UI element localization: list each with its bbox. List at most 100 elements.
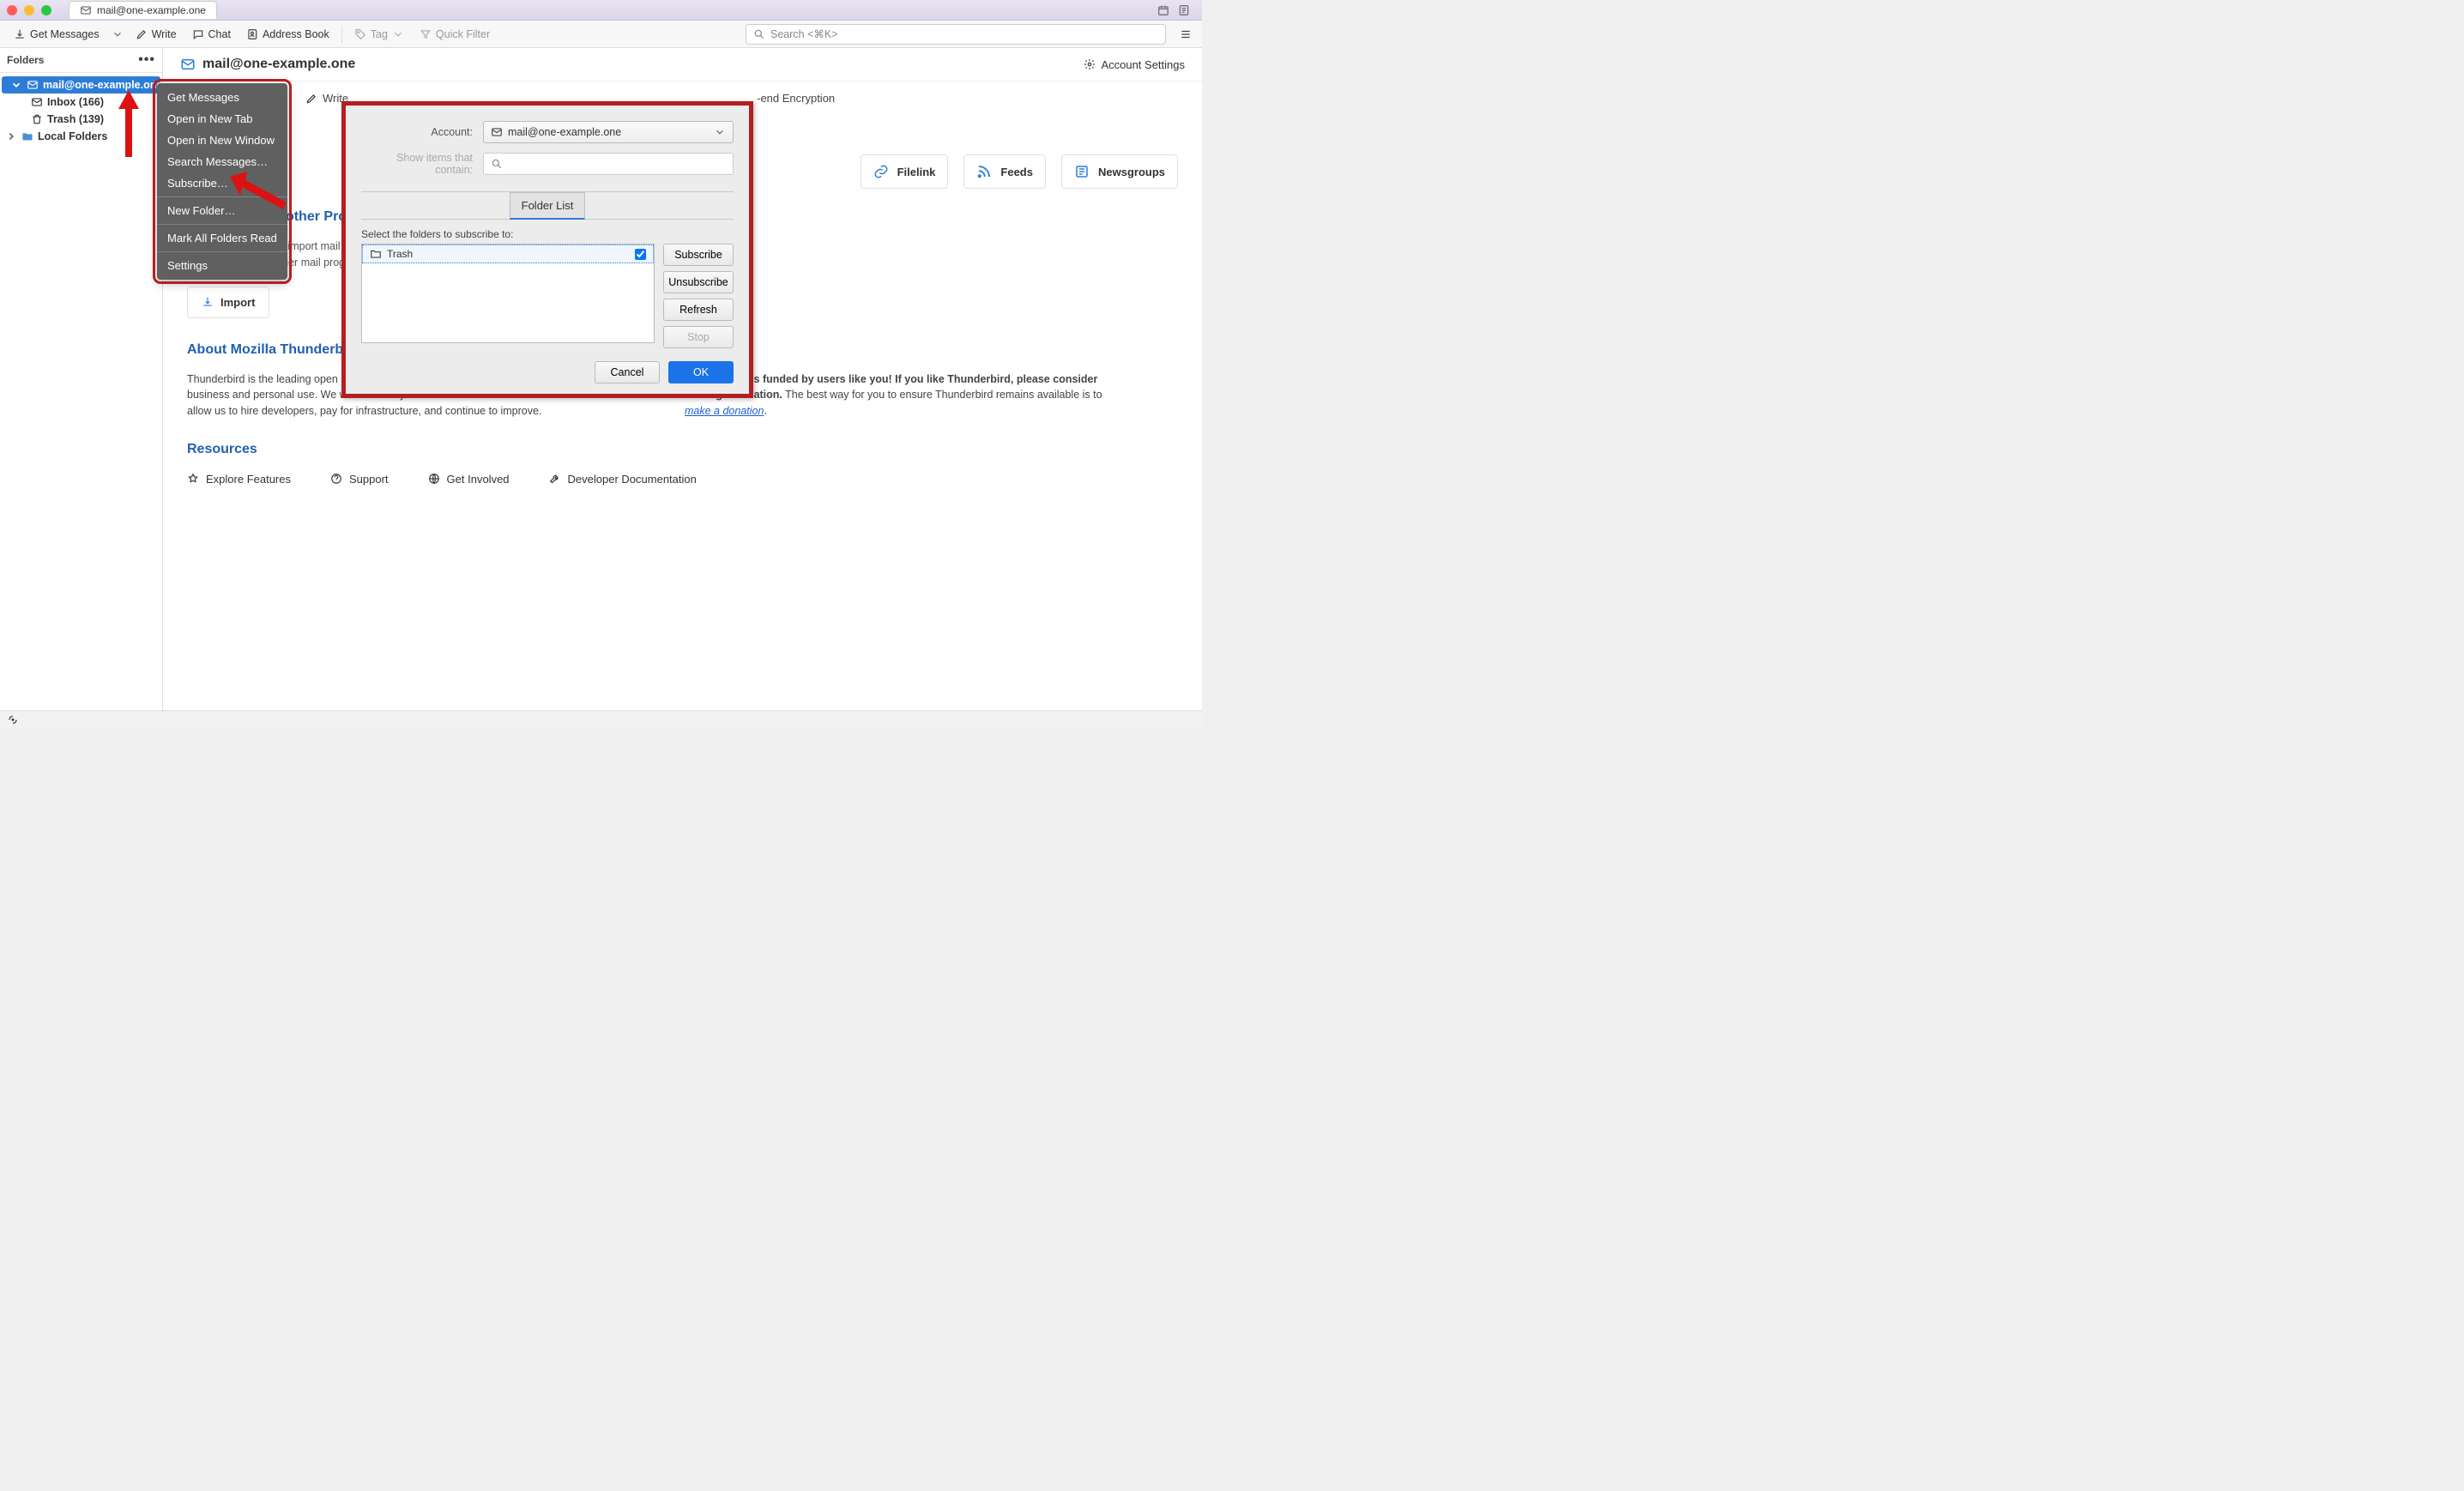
window-controls: [7, 5, 51, 15]
folder-list-item[interactable]: Trash: [362, 244, 654, 263]
chevron-down-icon: [714, 126, 726, 138]
quick-filter-button[interactable]: Quick Filter: [413, 25, 497, 44]
ctx-separator: [157, 251, 287, 252]
chevron-right-icon: [5, 130, 17, 142]
folder-list-box[interactable]: Trash: [361, 244, 655, 343]
filelink-card[interactable]: Filelink: [861, 154, 949, 189]
newsgroups-label: Newsgroups: [1098, 166, 1165, 178]
ctx-mark-read[interactable]: Mark All Folders Read: [157, 227, 287, 249]
close-window-button[interactable]: [7, 5, 17, 15]
hamburger-icon: [1180, 28, 1192, 40]
envelope-icon: [27, 79, 39, 91]
star-icon: [187, 473, 199, 485]
maximize-window-button[interactable]: [41, 5, 51, 15]
account-name: mail@one-example.one: [43, 79, 162, 91]
newspaper-icon: [1074, 164, 1090, 179]
get-messages-button[interactable]: Get Messages: [7, 25, 106, 44]
filter-label: Show items that contain:: [361, 152, 473, 176]
stop-button[interactable]: Stop: [663, 326, 734, 348]
chevron-down-icon: [392, 28, 404, 40]
involved-label: Get Involved: [447, 473, 510, 486]
account-select[interactable]: mail@one-example.one: [483, 121, 734, 143]
chat-button[interactable]: Chat: [185, 25, 238, 44]
cancel-button[interactable]: Cancel: [595, 361, 660, 383]
import-button[interactable]: Import: [187, 287, 269, 318]
subscribe-subtitle: Select the folders to subscribe to:: [361, 228, 734, 240]
account-title-text: mail@one-example.one: [202, 57, 355, 72]
address-book-button[interactable]: Address Book: [239, 25, 336, 44]
ctx-open-window[interactable]: Open in New Window: [157, 130, 287, 151]
feeds-card[interactable]: Feeds: [963, 154, 1046, 189]
subscribe-button[interactable]: Subscribe: [663, 244, 734, 266]
write-button[interactable]: Write: [129, 25, 184, 44]
folder-icon: [370, 248, 382, 260]
encryption-label: -end Encryption: [757, 92, 835, 105]
titlebar: mail@one-example.one: [0, 0, 1202, 21]
chat-icon: [192, 28, 204, 40]
donation-link[interactable]: make a donation: [685, 405, 764, 417]
ok-button[interactable]: OK: [668, 361, 734, 383]
tag-label: Tag: [371, 28, 388, 40]
annotation-arrow-icon: [112, 90, 146, 159]
filter-input[interactable]: [483, 153, 734, 175]
encryption-action[interactable]: -end Encryption: [757, 92, 835, 105]
account-select-label: Account:: [361, 126, 473, 138]
minimize-window-button[interactable]: [24, 5, 34, 15]
folder-pane-title: Folders: [7, 54, 44, 66]
question-icon: [330, 473, 342, 485]
support-label: Support: [349, 473, 389, 486]
app-menu-button[interactable]: [1176, 25, 1195, 44]
ctx-search-messages[interactable]: Search Messages…: [157, 151, 287, 172]
ctx-get-messages[interactable]: Get Messages: [157, 87, 287, 108]
folder-list-tab[interactable]: Folder List: [510, 192, 585, 220]
support-link[interactable]: Support: [330, 473, 389, 486]
activity-icon[interactable]: [7, 714, 19, 726]
import-button-label: Import: [220, 296, 255, 309]
calendar-icon[interactable]: [1157, 4, 1169, 16]
pencil-icon: [305, 93, 317, 105]
folder-icon: [21, 130, 33, 142]
newsgroups-card[interactable]: Newsgroups: [1061, 154, 1178, 189]
account-title: mail@one-example.one: [180, 57, 355, 72]
globe-icon: [428, 473, 440, 485]
account-select-value: mail@one-example.one: [508, 126, 621, 138]
unsubscribe-button[interactable]: Unsubscribe: [663, 271, 734, 293]
ctx-open-tab[interactable]: Open in New Tab: [157, 108, 287, 130]
inbox-icon: [31, 96, 43, 108]
status-bar: [0, 710, 1202, 727]
account-settings-button[interactable]: Account Settings: [1084, 58, 1185, 71]
gear-icon: [1084, 58, 1096, 70]
annotation-arrow-icon: [230, 172, 290, 209]
rss-icon: [976, 164, 992, 179]
envelope-icon: [491, 126, 503, 138]
tasks-icon[interactable]: [1178, 4, 1190, 16]
filelink-label: Filelink: [897, 166, 936, 178]
main-toolbar: Get Messages Write Chat Address Book Tag…: [0, 21, 1202, 48]
toolbar-separator: [341, 26, 342, 43]
explore-features-link[interactable]: Explore Features: [187, 473, 291, 486]
address-book-icon: [246, 28, 258, 40]
chevron-down-icon: [112, 28, 124, 40]
subscribe-dialog: Account: mail@one-example.one Show items…: [341, 101, 753, 398]
global-search-input[interactable]: Search <⌘K>: [746, 24, 1166, 45]
ctx-settings[interactable]: Settings: [157, 255, 287, 276]
write-label: Write: [152, 28, 177, 40]
tab-label: mail@one-example.one: [97, 4, 206, 16]
chevron-down-icon: [10, 79, 22, 91]
envelope-icon: [180, 57, 196, 72]
import-icon: [202, 296, 214, 308]
developer-docs-link[interactable]: Developer Documentation: [549, 473, 697, 486]
get-messages-dropdown[interactable]: [108, 25, 127, 44]
chat-label: Chat: [208, 28, 231, 40]
download-icon: [14, 28, 26, 40]
folder-subscribe-checkbox[interactable]: [635, 249, 646, 260]
folder-pane-header: Folders •••: [0, 48, 162, 73]
mail-tab[interactable]: mail@one-example.one: [69, 1, 217, 19]
get-involved-link[interactable]: Get Involved: [428, 473, 510, 486]
envelope-icon: [80, 4, 92, 16]
refresh-button[interactable]: Refresh: [663, 299, 734, 321]
tag-button[interactable]: Tag: [347, 25, 411, 44]
resources-section-title: Resources: [163, 426, 1202, 464]
folder-pane-options-button[interactable]: •••: [138, 52, 155, 68]
docs-label: Developer Documentation: [568, 473, 697, 486]
